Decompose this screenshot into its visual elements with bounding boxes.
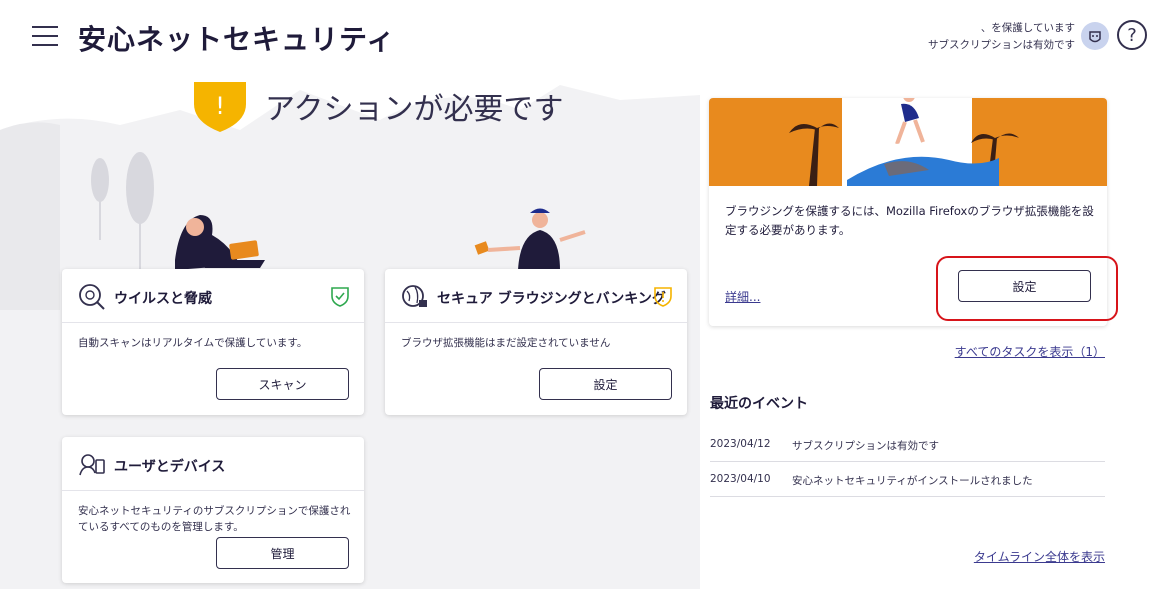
subscription-status-line: サブスクリプションは有効です <box>928 39 1075 51</box>
card-description: ブラウザ拡張機能はまだ設定されていません <box>401 337 611 349</box>
card-header: セキュア ブラウジングとバンキング <box>385 269 687 323</box>
surfing-illustration <box>789 84 1019 186</box>
scan-button[interactable]: スキャン <box>216 368 349 400</box>
card-description: 安心ネットセキュリティのサブスクリプションで保護されているすべてのものを管理しま… <box>78 505 351 533</box>
show-all-tasks-link[interactable]: すべてのタスクを表示（1） <box>955 343 1105 360</box>
globe-lock-icon <box>402 285 427 307</box>
warning-mark: ! <box>215 92 225 120</box>
account-avatar-icon[interactable] <box>1081 22 1109 50</box>
promo-banner <box>709 84 1107 186</box>
app-header: 安心ネットセキュリティ 、を保護しています サブスクリプションは有効です ? <box>0 0 1153 70</box>
shield-warning-icon <box>654 287 672 307</box>
card-title: ユーザとデバイス <box>114 459 226 475</box>
browsing-setup-button[interactable]: 設定 <box>539 368 672 400</box>
card-header: ユーザとデバイス <box>62 437 364 491</box>
protection-status: 、を保護しています サブスクリプションは有効です <box>928 20 1075 54</box>
action-required-title: アクションが必要です <box>265 92 564 127</box>
show-timeline-link[interactable]: タイムライン全体を表示 <box>974 548 1105 565</box>
event-text: サブスクリプションは有効です <box>792 440 939 452</box>
setup-button-highlight <box>936 256 1118 321</box>
virus-scan-icon <box>79 284 105 310</box>
card-header: ウイルスと脅威 <box>62 269 364 323</box>
event-row: 2023/04/10 安心ネットセキュリティがインストールされました <box>710 463 1105 497</box>
secure-browsing-card: セキュア ブラウジングとバンキング ブラウザ拡張機能はまだ設定されていません 設… <box>385 269 687 415</box>
details-link[interactable]: 詳細... <box>725 288 760 305</box>
event-row: 2023/04/12 サブスクリプションは有効です <box>710 428 1105 462</box>
warning-shield-icon: ! <box>194 82 246 132</box>
card-title: セキュア ブラウジングとバンキング <box>437 291 666 307</box>
hamburger-menu-icon[interactable] <box>32 26 58 46</box>
card-description: 自動スキャンはリアルタイムで保護しています。 <box>78 337 308 349</box>
protection-status-line: 、を保護しています <box>980 22 1075 34</box>
app-title: 安心ネットセキュリティ <box>78 23 396 56</box>
recent-events-title: 最近のイベント <box>710 396 808 412</box>
shield-check-icon <box>331 287 349 307</box>
event-text: 安心ネットセキュリティがインストールされました <box>792 475 1033 487</box>
users-devices-card: ユーザとデバイス 安心ネットセキュリティのサブスクリプションで保護されているすべ… <box>62 437 364 583</box>
virus-threats-card: ウイルスと脅威 自動スキャンはリアルタイムで保護しています。 スキャン <box>62 269 364 415</box>
manage-button[interactable]: 管理 <box>216 537 349 569</box>
user-device-icon <box>79 454 105 476</box>
event-date: 2023/04/10 <box>710 473 771 485</box>
event-date: 2023/04/12 <box>710 438 771 450</box>
help-icon[interactable]: ? <box>1117 20 1147 50</box>
promo-description: ブラウジングを保護するには、Mozilla Firefoxのブラウザ拡張機能を設… <box>725 204 1094 237</box>
card-title: ウイルスと脅威 <box>114 291 212 307</box>
